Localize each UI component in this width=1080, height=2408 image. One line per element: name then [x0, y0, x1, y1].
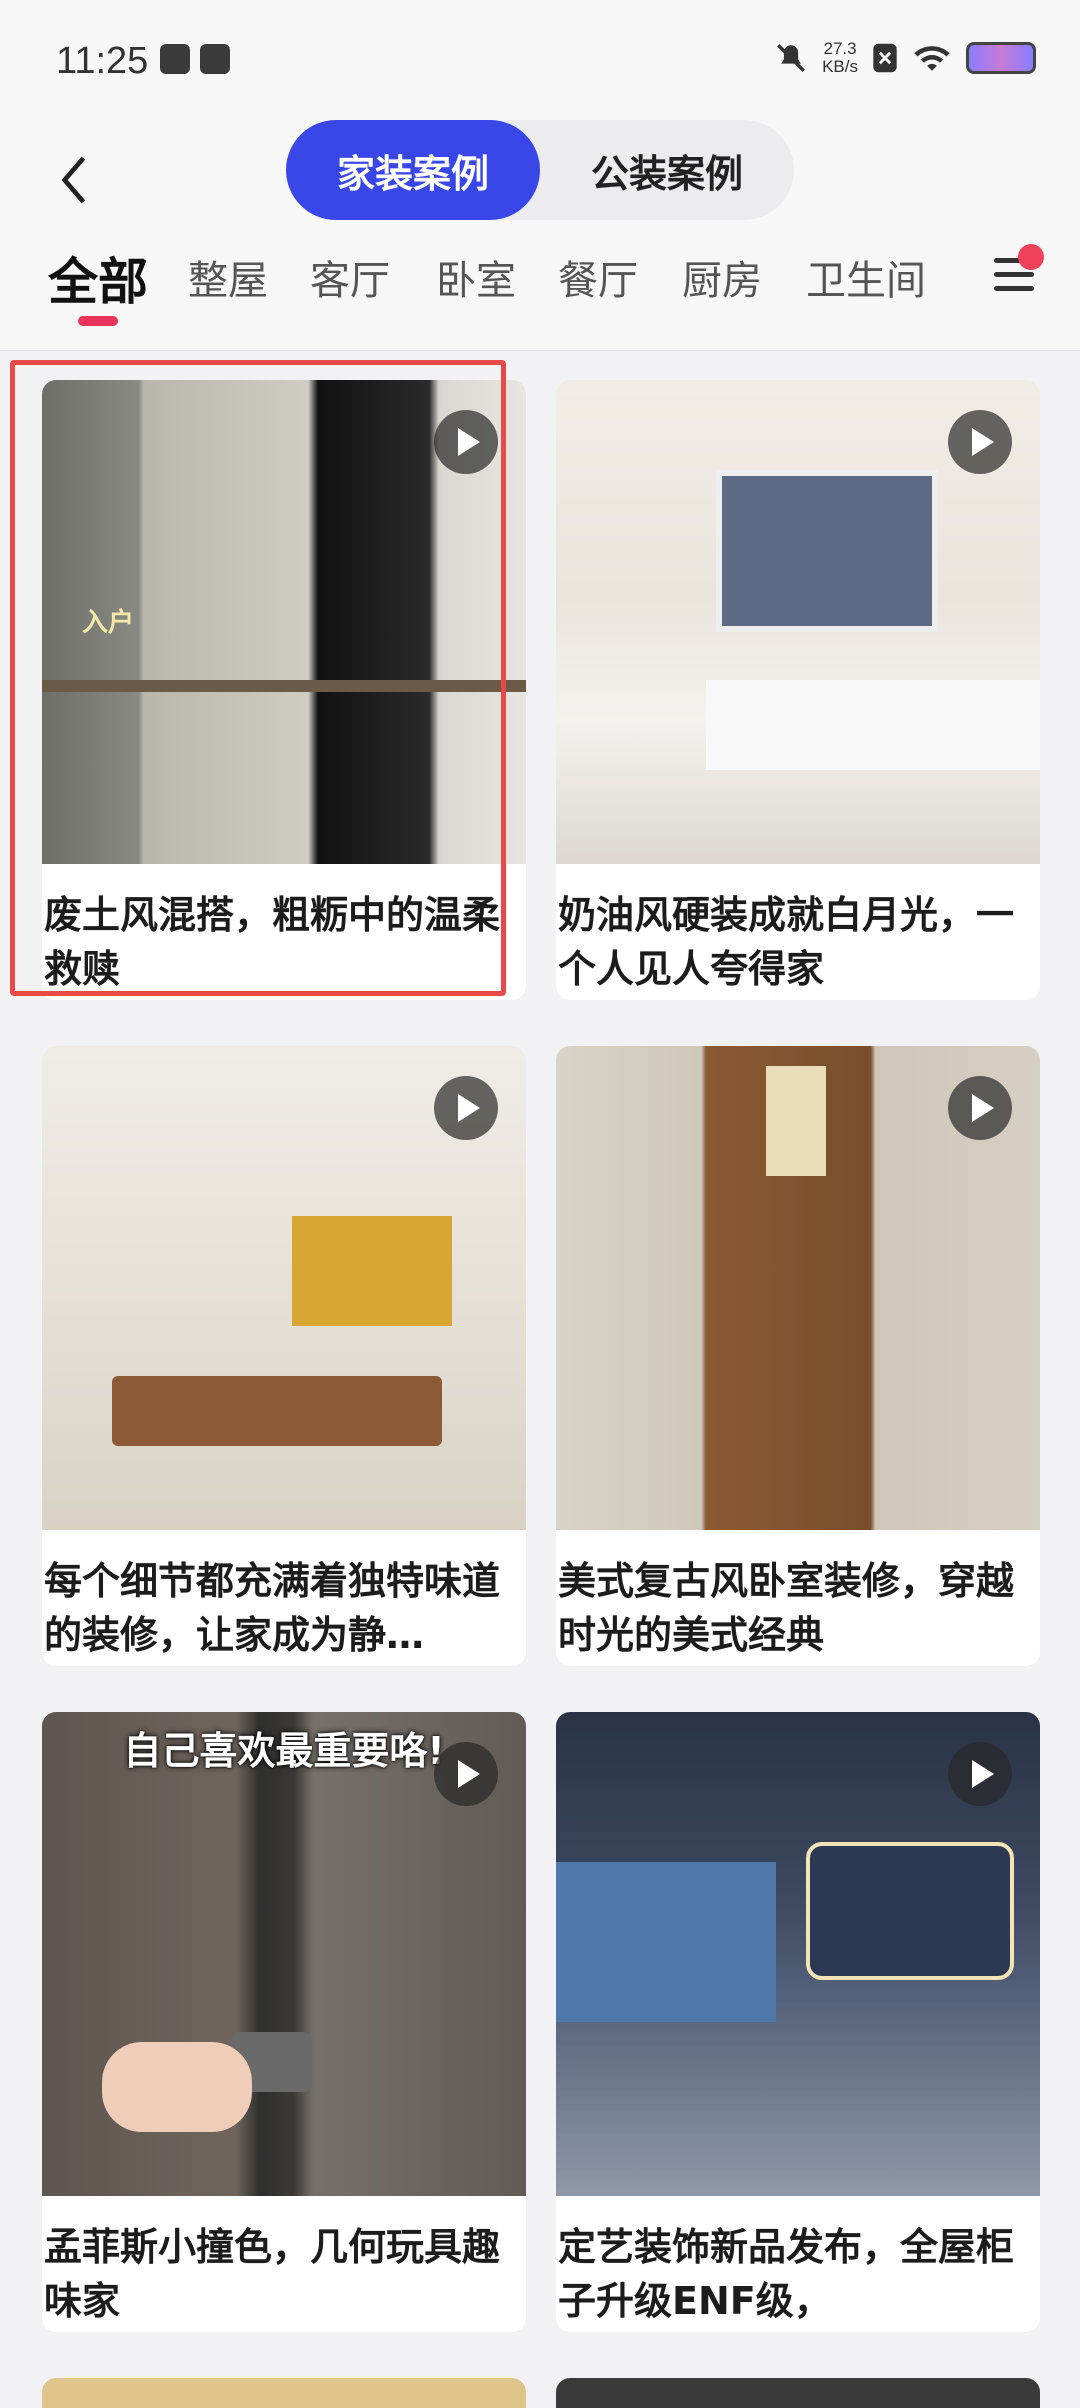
- play-icon: [434, 1742, 498, 1806]
- chevron-left-icon: [61, 156, 86, 204]
- active-tab-indicator: [78, 316, 118, 326]
- mute-bell-icon: [777, 44, 806, 72]
- case-card-partial[interactable]: [42, 2378, 526, 2408]
- case-card[interactable]: 奶油风硬装成就白月光，一个人见人夸得家: [556, 380, 1040, 1000]
- play-icon: [948, 1742, 1012, 1806]
- case-card[interactable]: 定艺装饰新品发布，全屋柜子升级ENF级，: [556, 1712, 1040, 2332]
- category-tabs: 全部 整屋 客厅 卧室 餐厅 厨房 卫生间: [0, 240, 1080, 351]
- category-tab-dining[interactable]: 餐厅: [558, 248, 638, 306]
- case-card[interactable]: 自己喜欢最重要咯! 孟菲斯小撞色，几何玩具趣味家: [42, 1712, 526, 2332]
- status-bar: 11:25 27.3 KB/s: [0, 0, 1080, 120]
- case-card[interactable]: 每个细节都充满着独特味道的装修，让家成为静…: [42, 1046, 526, 1666]
- battery-icon: [966, 42, 1036, 74]
- category-tab-bedroom[interactable]: 卧室: [436, 248, 516, 306]
- case-title: 孟菲斯小撞色，几何玩具趣味家: [44, 2225, 501, 2323]
- category-tab-all[interactable]: 全部: [48, 242, 148, 314]
- network-speed: 27.3 KB/s: [822, 39, 858, 76]
- selection-highlight: [10, 360, 506, 996]
- tab-home-cases[interactable]: 家装案例: [286, 120, 540, 220]
- case-title: 定艺装饰新品发布，全屋柜子升级ENF级，: [558, 2225, 1015, 2323]
- case-type-switch: 家装案例 公装案例: [286, 120, 794, 220]
- notification-message-icon: [200, 44, 230, 74]
- play-icon: [434, 1076, 498, 1140]
- category-tab-whole-house[interactable]: 整屋: [188, 248, 268, 306]
- tab-commercial-cases[interactable]: 公装案例: [540, 120, 794, 220]
- no-sim-icon: [873, 43, 897, 73]
- notification-app-icon: [160, 44, 190, 74]
- case-card-partial[interactable]: [556, 2378, 1040, 2408]
- case-title: 奶油风硬装成就白月光，一个人见人夸得家: [558, 893, 1015, 991]
- notification-dot: [1018, 244, 1044, 270]
- category-tab-kitchen[interactable]: 厨房: [682, 248, 762, 306]
- case-title: 每个细节都充满着独特味道的装修，让家成为静…: [44, 1559, 501, 1657]
- play-icon: [948, 410, 1012, 474]
- case-card[interactable]: 美式复古风卧室装修，穿越时光的美式经典: [556, 1046, 1040, 1666]
- back-button[interactable]: [44, 140, 104, 220]
- wifi-icon: [914, 46, 950, 71]
- category-menu-button[interactable]: [988, 244, 1044, 306]
- play-icon: [948, 1076, 1012, 1140]
- category-tab-living-room[interactable]: 客厅: [310, 248, 390, 306]
- status-time: 11:25: [56, 40, 149, 82]
- case-title: 美式复古风卧室装修，穿越时光的美式经典: [558, 1559, 1015, 1657]
- category-tab-bathroom[interactable]: 卫生间: [806, 248, 926, 306]
- top-header: 家装案例 公装案例: [0, 120, 1080, 240]
